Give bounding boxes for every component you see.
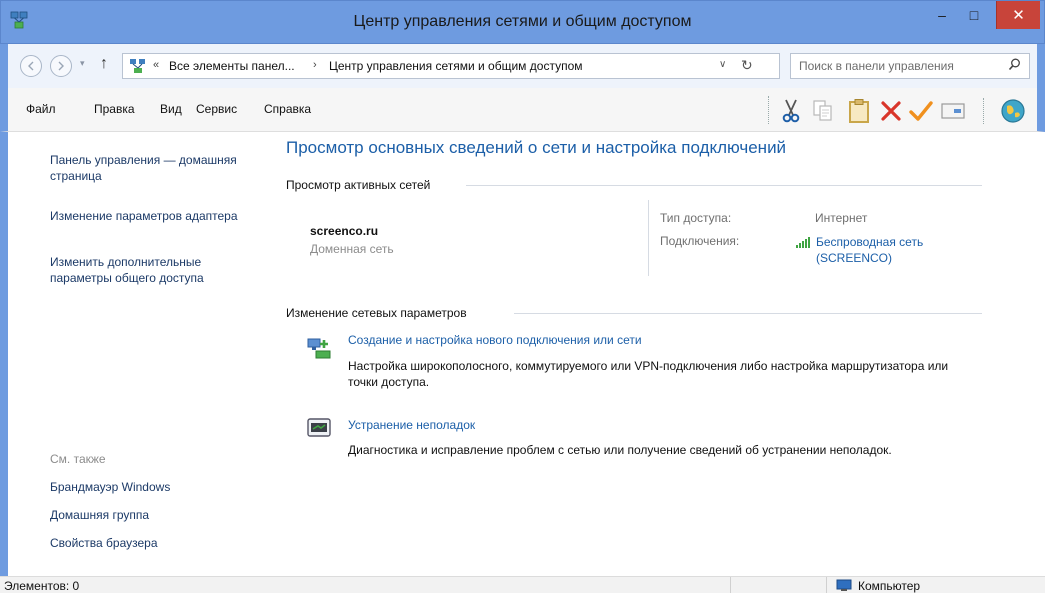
active-networks-heading: Просмотр активных сетей — [286, 178, 431, 192]
properties-icon — [941, 103, 965, 119]
forward-button[interactable] — [50, 55, 72, 77]
network-name: screenco.ru — [310, 224, 379, 238]
page-title: Просмотр основных сведений о сети и наст… — [286, 138, 787, 157]
navigation-bar: ▾ ↑ « Все элементы панел... › Центр упра… — [0, 44, 1045, 88]
refresh-button[interactable]: ↻ — [741, 57, 753, 74]
connections-label: Подключения: — [660, 234, 740, 248]
troubleshoot-description: Диагностика и исправление проблем с сеть… — [348, 443, 892, 457]
toolbar-divider-2 — [968, 96, 998, 126]
menu-edit[interactable]: Правка — [94, 102, 135, 116]
section-divider — [514, 313, 982, 314]
breadcrumb-all-items[interactable]: Все элементы панел... — [169, 59, 295, 73]
up-button[interactable]: ↑ — [100, 55, 108, 73]
minimize-button[interactable]: – — [928, 1, 956, 29]
see-also-heading: См. также — [50, 452, 106, 466]
network-details-divider — [648, 200, 649, 276]
change-settings-heading: Изменение сетевых параметров — [286, 306, 467, 320]
paste-icon — [849, 99, 869, 123]
paste-button[interactable] — [844, 96, 874, 126]
title-bar: Центр управления сетями и общим доступом… — [0, 0, 1045, 44]
delete-icon — [881, 101, 901, 121]
network-center-icon — [130, 59, 145, 73]
address-dropdown-button[interactable]: ∨ — [719, 59, 726, 70]
sidebar-item-internet-options[interactable]: Свойства браузера — [50, 535, 260, 551]
menu-help[interactable]: Справка — [264, 102, 311, 116]
menu-view[interactable]: Вид — [160, 102, 182, 116]
close-button[interactable]: ✕ — [996, 1, 1040, 29]
recent-locations-button[interactable]: ▾ — [80, 58, 85, 69]
new-connection-link[interactable]: Создание и настройка нового подключения … — [348, 333, 642, 347]
toolbar-divider — [768, 96, 769, 124]
check-icon — [909, 101, 933, 121]
items-count: Элементов: 0 — [4, 579, 80, 593]
new-connection-description: Настройка широкополосного, коммутируемог… — [348, 359, 949, 389]
sidebar-item-windows-firewall[interactable]: Брандмауэр Windows — [50, 479, 260, 495]
cut-button[interactable] — [776, 96, 806, 126]
wireless-connection-link[interactable]: Беспроводная сеть (SCREENCO) — [816, 234, 976, 266]
delete-button[interactable] — [876, 96, 906, 126]
globe-button[interactable] — [998, 96, 1028, 126]
maximize-button[interactable]: □ — [959, 1, 989, 29]
search-box[interactable] — [790, 53, 1030, 79]
breadcrumb-overflow[interactable]: « — [153, 59, 159, 71]
section-divider — [466, 185, 982, 186]
sidebar-item-homegroup[interactable]: Домашняя группа — [50, 507, 260, 523]
arrow-right-icon — [58, 61, 64, 71]
new-connection-icon — [307, 338, 331, 359]
breadcrumb-separator[interactable]: › — [313, 59, 317, 71]
menu-bar: Файл Правка Вид Сервис Справка — [0, 88, 1045, 132]
access-type-value: Интернет — [815, 211, 868, 225]
menu-file[interactable]: Файл — [26, 102, 56, 116]
wireless-signal-icon — [796, 237, 810, 248]
location-zone: Компьютер — [858, 579, 921, 593]
copy-icon — [813, 100, 832, 121]
troubleshoot-icon — [307, 418, 331, 437]
arrow-left-icon — [28, 61, 34, 71]
sidebar-item-control-panel-home[interactable]: Панель управления — домашняя страница — [50, 152, 260, 184]
search-icon[interactable] — [1008, 58, 1021, 71]
properties-button[interactable] — [938, 96, 968, 126]
copy-button[interactable] — [808, 96, 838, 126]
back-button[interactable] — [20, 55, 42, 77]
apply-button[interactable] — [906, 96, 936, 126]
computer-icon — [836, 579, 852, 591]
window-frame-left — [0, 132, 8, 576]
sidebar-item-adapter-settings[interactable]: Изменение параметров адаптера — [50, 208, 260, 224]
search-input[interactable] — [799, 58, 999, 74]
access-type-label: Тип доступа: — [660, 211, 732, 225]
scissors-icon — [782, 99, 800, 123]
troubleshoot-link[interactable]: Устранение неполадок — [348, 418, 475, 432]
network-type: Доменная сеть — [310, 242, 394, 256]
status-divider — [826, 577, 827, 593]
breadcrumb-network-center[interactable]: Центр управления сетями и общим доступом — [329, 59, 583, 73]
menu-tools[interactable]: Сервис — [196, 102, 237, 116]
globe-icon — [1001, 99, 1025, 123]
sidebar-item-advanced-sharing[interactable]: Изменить дополнительные параметры общего… — [50, 254, 260, 286]
address-bar[interactable]: « Все элементы панел... › Центр управлен… — [122, 53, 780, 79]
status-bar: Элементов: 0 Компьютер — [0, 576, 1045, 593]
window-title: Центр управления сетями и общим доступом — [353, 13, 692, 30]
status-divider — [730, 577, 731, 593]
